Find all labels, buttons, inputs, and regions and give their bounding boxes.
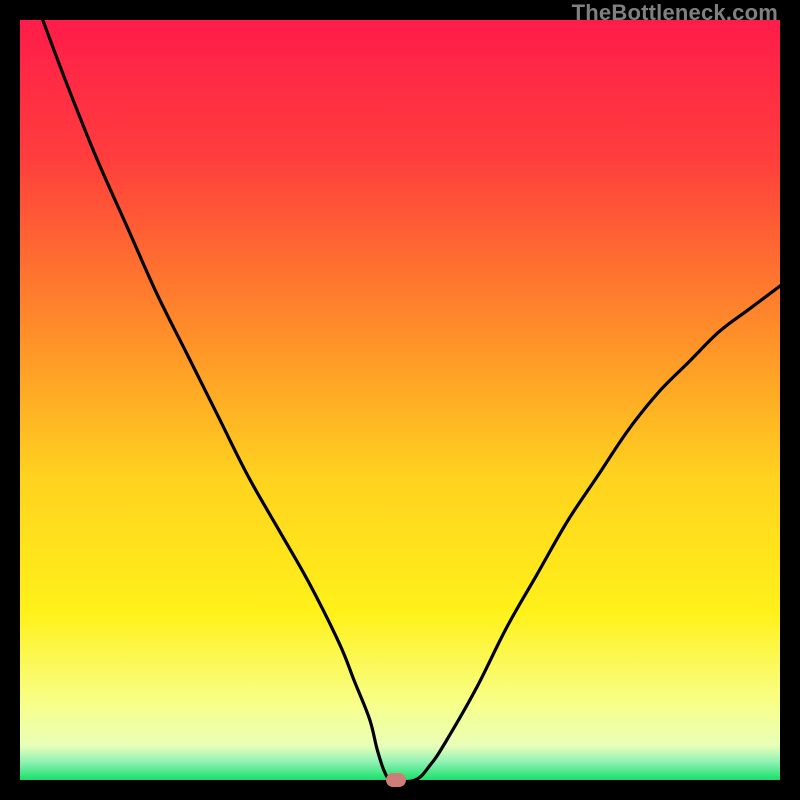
watermark-text: TheBottleneck.com — [572, 0, 778, 26]
chart-background-gradient — [20, 20, 780, 780]
optimal-point-marker — [386, 773, 406, 787]
bottleneck-chart — [20, 20, 780, 780]
